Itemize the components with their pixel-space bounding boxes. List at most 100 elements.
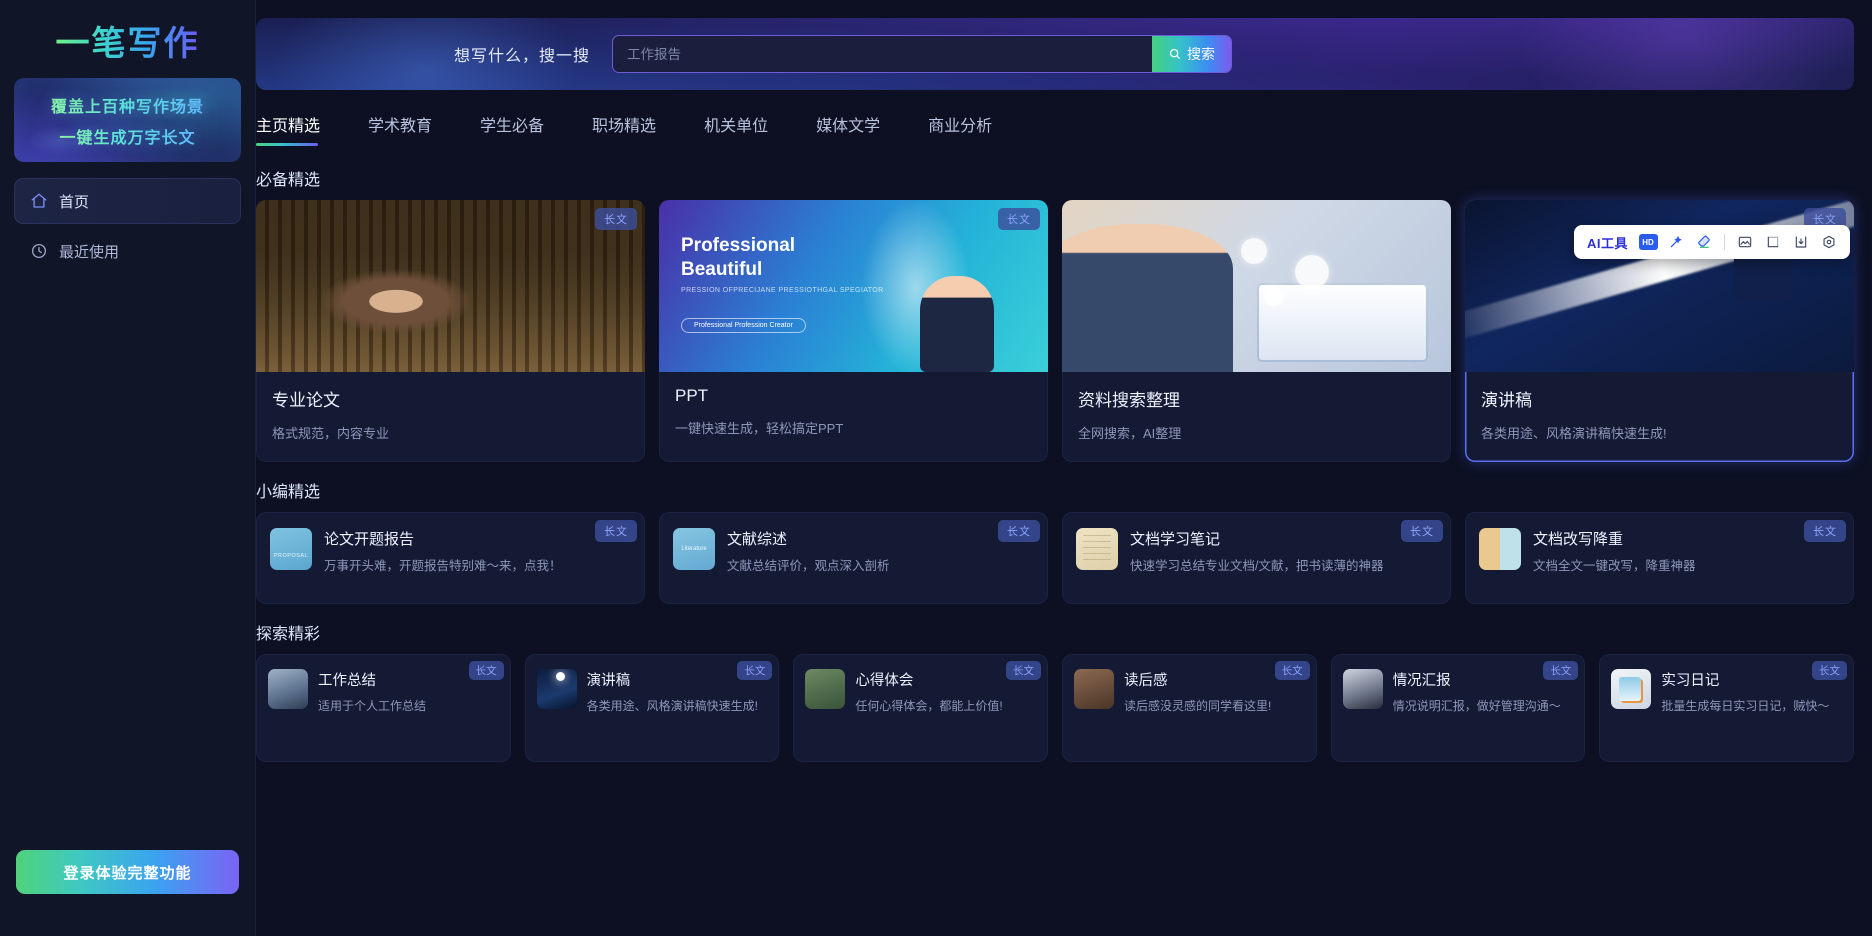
magic-wand-icon[interactable]: [1664, 230, 1688, 254]
explore-card-book-report[interactable]: 长文 读后感 读后感没灵感的同学看这里!: [1062, 654, 1317, 762]
card-title: 演讲稿: [586, 673, 631, 689]
status-badge: 长文: [1006, 661, 1042, 680]
thumbnail-speech: [536, 669, 577, 709]
card-desc: 一键快速生成，轻松搞定PPT: [675, 421, 844, 436]
pick-card-proposal[interactable]: 长文 PROPOSAL 论文开题报告 万事开头难，开题报告特别难～来，点我！: [256, 512, 645, 604]
card-title: 专业论文: [272, 391, 340, 410]
decor-bubble: [1240, 237, 1267, 264]
search-box: 搜索: [612, 35, 1233, 73]
card-desc: 任何心得体会，都能上价值!: [855, 699, 1003, 713]
card-title: 读后感: [1124, 673, 1168, 689]
thumbnail-internship-diary: [1611, 669, 1652, 709]
card-title: 演讲稿: [1481, 391, 1532, 410]
tab-home-featured[interactable]: 主页精选: [256, 104, 344, 150]
card-desc: 批量生成每日实习日记，贼快～: [1661, 699, 1830, 713]
card-desc: 读后感没灵感的同学看这里!: [1124, 699, 1272, 713]
pick-card-literature-review[interactable]: 长文 Literature 文献综述 文献总结评价，观点深入剖析: [659, 512, 1048, 604]
card-desc: 适用于个人工作总结: [318, 699, 427, 713]
card-title: 心得体会: [855, 673, 914, 689]
slide-title: Professional Beautiful: [681, 235, 796, 280]
ai-toolbar: AI工具 HD: [1573, 225, 1850, 259]
card-title: 文档学习笔记: [1130, 531, 1221, 548]
explore-row: 长文 工作总结 适用于个人工作总结 长文 演讲稿 各类用途、风格演讲稿快速生成!: [256, 654, 1855, 762]
decor-bubble: [1264, 286, 1285, 306]
explore-card-status-report[interactable]: 长文 情况汇报 情况说明汇报，做好管理沟通～: [1330, 654, 1586, 762]
card-title: 情况汇报: [1392, 673, 1451, 689]
explore-card-work-summary[interactable]: 长文 工作总结 适用于个人工作总结: [256, 654, 511, 762]
tab-business-analysis[interactable]: 商业分析: [928, 104, 1016, 150]
sidebar-item-recent[interactable]: 最近使用: [14, 228, 241, 274]
sidebar: 一笔写作 覆盖上百种写作场景 一键生成万字长文 首页 最近使用 登录体验完整功能: [0, 0, 256, 936]
hd-icon[interactable]: HD: [1636, 230, 1660, 254]
card-desc: 万事开头难，开题报告特别难～来，点我！: [324, 559, 562, 573]
logo: 一笔写作: [0, 0, 255, 72]
promo-banner: 覆盖上百种写作场景 一键生成万字长文: [14, 78, 241, 162]
card-image-ppt-slide: Professional Beautiful PRESSION OFPRECIJ…: [659, 200, 1048, 372]
status-badge: 长文: [1543, 661, 1579, 680]
clock-icon: [30, 242, 48, 260]
settings-icon[interactable]: [1817, 230, 1841, 254]
section-title-editor-picks: 小编精选: [256, 484, 321, 501]
promo-line-2: 一键生成万字长文: [59, 124, 195, 148]
decor-bubble: [1295, 255, 1330, 290]
ai-tools-label[interactable]: AI工具: [1583, 233, 1632, 252]
pick-card-study-notes[interactable]: 长文 文档学习笔记 快速学习总结专业文档/文献，把书读薄的神器: [1062, 512, 1451, 604]
thumbnail-notes: [1076, 528, 1118, 570]
eraser-icon[interactable]: [1692, 230, 1716, 254]
card-desc: 文献总结评价，观点深入剖析: [727, 559, 890, 573]
editor-picks-row: 长文 PROPOSAL 论文开题报告 万事开头难，开题报告特别难～来，点我！ 长…: [256, 512, 1854, 604]
card-title: 文档改写降重: [1533, 531, 1624, 548]
card-title: 资料搜索整理: [1078, 391, 1180, 410]
card-title: 论文开题报告: [324, 531, 415, 548]
tab-government[interactable]: 机关单位: [704, 104, 792, 150]
slide-presenter-figure: [919, 276, 994, 372]
search-icon: [1169, 48, 1180, 59]
tab-student[interactable]: 学生必备: [480, 104, 568, 150]
login-button[interactable]: 登录体验完整功能: [16, 850, 239, 894]
sidebar-item-label-recent: 最近使用: [59, 243, 120, 261]
card-title: 文献综述: [727, 531, 788, 548]
card-desc: 各类用途、风格演讲稿快速生成!: [586, 699, 759, 713]
thumbnail-caption: Literature: [681, 546, 707, 552]
search-button[interactable]: 搜索: [1152, 36, 1232, 72]
sidebar-item-home[interactable]: 首页: [14, 178, 241, 224]
status-badge: 长文: [1401, 520, 1443, 542]
thumbnail-rewrite: [1479, 528, 1521, 570]
slide-subtitle: PRESSION OFPRECIJANE PRESSIOTHGAL SPEGIA…: [681, 287, 884, 294]
status-badge: 长文: [737, 661, 773, 680]
thumbnail-experience: [805, 669, 846, 709]
search-button-label: 搜索: [1187, 46, 1216, 62]
image-edit-icon[interactable]: [1733, 230, 1757, 254]
crop-icon[interactable]: [1761, 230, 1785, 254]
card-desc: 文档全文一键改写，降重神器: [1533, 559, 1696, 573]
card-image-analyst: [1062, 200, 1451, 372]
hero-search-banner: 想写什么，搜一搜 搜索: [256, 18, 1854, 90]
pick-card-rewrite[interactable]: 长文 文档改写降重 文档全文一键改写，降重神器: [1465, 512, 1854, 604]
status-badge: 长文: [595, 208, 637, 230]
thumbnail-proposal: PROPOSAL: [270, 528, 312, 570]
explore-card-internship-diary[interactable]: 长文 实习日记 批量生成每日实习日记，贼快～: [1599, 654, 1855, 762]
featured-card-research[interactable]: 资料搜索整理 全网搜索，AI整理: [1062, 200, 1451, 462]
sidebar-nav: 首页 最近使用: [0, 178, 255, 274]
card-title: PPT: [675, 386, 709, 405]
explore-card-experience[interactable]: 长文 心得体会 任何心得体会，都能上价值!: [793, 654, 1049, 762]
tab-media-literature[interactable]: 媒体文学: [816, 104, 904, 150]
login-area: 登录体验完整功能: [0, 850, 255, 936]
tab-academic[interactable]: 学术教育: [368, 104, 456, 150]
tab-workplace[interactable]: 职场精选: [592, 104, 680, 150]
card-desc: 全网搜索，AI整理: [1078, 426, 1182, 441]
card-desc: 格式规范，内容专业: [272, 426, 390, 441]
status-badge: 长文: [1274, 661, 1310, 680]
download-icon[interactable]: [1789, 230, 1813, 254]
featured-card-ppt[interactable]: 长文 Professional Beautiful PRESSION OFPRE…: [659, 200, 1048, 462]
search-input[interactable]: [613, 36, 1153, 72]
status-badge: 长文: [998, 208, 1040, 230]
card-desc: 各类用途、风格演讲稿快速生成!: [1481, 426, 1667, 441]
thumbnail-book-report: [1074, 669, 1115, 709]
explore-card-speech[interactable]: 长文 演讲稿 各类用途、风格演讲稿快速生成!: [524, 654, 780, 762]
section-title-explore: 探索精彩: [256, 626, 321, 643]
promo-line-1: 覆盖上百种写作场景: [51, 93, 204, 117]
featured-card-thesis[interactable]: 长文 专业论文 格式规范，内容专业: [256, 200, 645, 462]
card-title: 工作总结: [318, 673, 376, 689]
app-root: 一笔写作 覆盖上百种写作场景 一键生成万字长文 首页 最近使用 登录体验完整功能…: [0, 0, 1872, 936]
